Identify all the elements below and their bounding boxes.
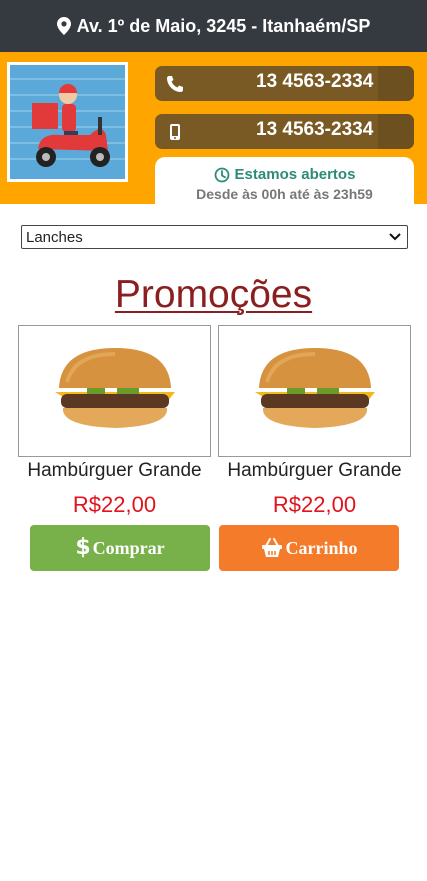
product-card: Hambúrguer Grande R$22,00 (18, 325, 211, 518)
category-select[interactable]: Lanches (21, 225, 408, 249)
basket-icon (261, 538, 282, 557)
buy-button[interactable]: $ Comprar (30, 525, 210, 571)
promotions-title: Promoções (114, 273, 313, 316)
hours-range: Desde às 00h até às 23h59 (196, 186, 373, 202)
opening-hours: Estamos abertos Desde às 00h até às 23h5… (155, 157, 414, 204)
store-logo (7, 62, 128, 182)
product-price: R$22,00 (272, 492, 357, 517)
address-text: Av. 1º de Maio, 3245 - Itanhaém/SP (76, 15, 371, 36)
phone-contact[interactable]: 13 4563-2334 (155, 66, 414, 101)
add-to-cart-button[interactable]: Carrinho (219, 525, 399, 571)
address-bar: Av. 1º de Maio, 3245 - Itanhaém/SP (0, 0, 427, 52)
product-price: R$22,00 (72, 492, 157, 517)
product-name: Hambúrguer Grande (27, 460, 202, 481)
store-header: 13 4563-2334 13 4563-2334 Estamos aberto… (0, 52, 427, 204)
hamburger-image (254, 348, 375, 428)
map-marker-icon (56, 17, 71, 35)
cart-label: Carrinho (285, 537, 358, 558)
phone-icon (167, 76, 183, 92)
chevron-down-icon (389, 233, 401, 241)
hamburger-image (54, 348, 175, 428)
open-status: Estamos abertos (234, 166, 356, 183)
delivery-scooter-image (10, 65, 125, 179)
product-name: Hambúrguer Grande (227, 460, 402, 481)
mobile-contact[interactable]: 13 4563-2334 (155, 114, 414, 149)
dollar-icon: $ (75, 535, 91, 560)
clock-icon (214, 167, 229, 182)
product-image[interactable] (18, 325, 211, 457)
product-card: Hambúrguer Grande R$22,00 (218, 325, 411, 518)
mobile-phone-icon (170, 124, 180, 140)
product-image[interactable] (218, 325, 411, 457)
buy-label: Comprar (92, 537, 165, 558)
phone-number: 13 4563-2334 (256, 71, 374, 92)
category-selected: Lanches (26, 228, 83, 246)
mobile-number: 13 4563-2334 (256, 119, 374, 140)
